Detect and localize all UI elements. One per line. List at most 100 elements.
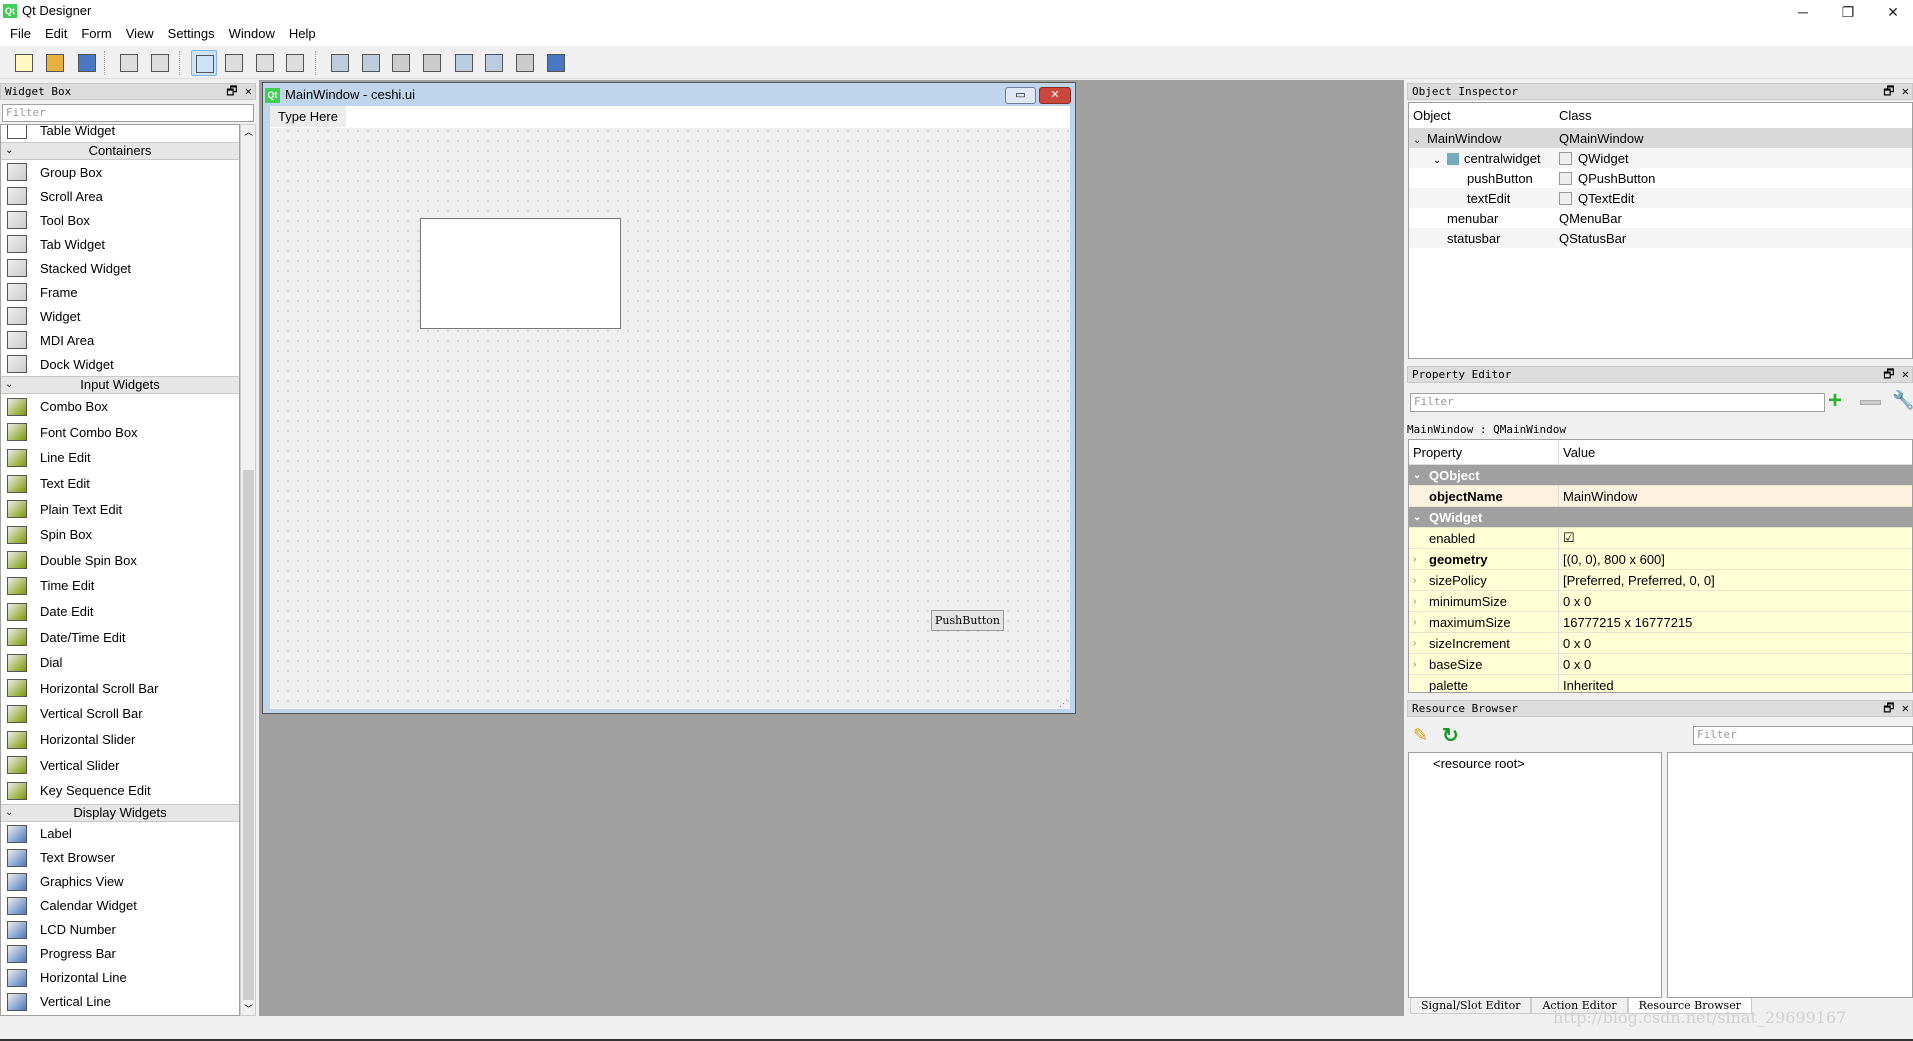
category-input-widgets[interactable]: ⌄ Input Widgets [1,376,239,394]
widget-item-text-edit[interactable]: Text Edit [1,471,239,497]
toolbar-bring-to-front-button[interactable] [147,50,173,76]
toolbar-open-button[interactable] [42,50,68,76]
toolbar-edit-buddies-button[interactable] [252,50,278,76]
toolbar-adjust-size-button[interactable] [543,50,569,76]
expand-chevron-icon[interactable]: ⌄ [1413,135,1427,146]
scroll-down-icon[interactable]: ﹀ [244,1002,253,1015]
widget-item-line-edit[interactable]: Line Edit [1,445,239,471]
tree-row-statusbar[interactable]: statusbar QStatusBar [1409,228,1912,248]
restore-icon[interactable]: ❐ [1828,2,1868,22]
widget-item-plain-text-edit[interactable]: Plain Text Edit [1,496,239,522]
widget-item-opengl-widget[interactable]: OpenGL Widget [1,1014,239,1016]
toolbar-layout-vertical-splitter-button[interactable] [419,50,445,76]
property-row-palette[interactable]: palette Inherited [1409,675,1912,693]
property-filter-input[interactable]: Filter [1410,393,1825,412]
widget-item-date-edit[interactable]: Date Edit [1,599,239,625]
float-close-icons[interactable]: 🗗 ✕ [1883,84,1909,99]
property-row-baseSize[interactable]: › baseSize 0 x 0 [1409,654,1912,675]
property-group-qwidget[interactable]: ⌄ QWidget [1409,507,1912,528]
property-value[interactable]: [Preferred, Preferred, 0, 0] [1559,573,1715,588]
tab-signal-slot-editor[interactable]: Signal/Slot Editor [1410,998,1532,1014]
column-class[interactable]: Class [1555,108,1592,123]
widget-item-progress-bar[interactable]: Progress Bar [1,942,239,966]
widget-item-dock-widget[interactable]: Dock Widget [1,352,239,376]
widget-item-font-combo-box[interactable]: Font Combo Box [1,420,239,446]
widget-item-stacked-widget[interactable]: Stacked Widget [1,256,239,280]
edit-resources-pencil-icon[interactable]: ✎ [1413,725,1428,746]
chevron-down-icon[interactable]: ⌄ [1413,470,1429,481]
widget-item-spin-box[interactable]: Spin Box [1,522,239,548]
widget-box-filter-input[interactable]: Filter [2,104,254,122]
widget-item-frame[interactable]: Frame [1,280,239,304]
close-icon[interactable]: ✕ [1873,2,1913,22]
category-containers[interactable]: ⌄ Containers [1,142,239,160]
form-close-icon[interactable]: ✕ [1039,87,1071,104]
widget-item-vertical-slider[interactable]: Vertical Slider [1,752,239,778]
chevron-right-icon[interactable]: › [1413,596,1429,607]
widget-item-text-browser[interactable]: Text Browser [1,846,239,870]
toolbar-edit-widgets-button[interactable] [191,50,217,76]
property-row-sizePolicy[interactable]: › sizePolicy [Preferred, Preferred, 0, 0] [1409,570,1912,591]
widget-item-combo-box[interactable]: Combo Box [1,394,239,420]
widget-item-time-edit[interactable]: Time Edit [1,573,239,599]
property-value[interactable]: [(0, 0), 800 x 600] [1559,552,1665,567]
toolbar-save-button[interactable] [74,50,100,76]
resource-filter-input[interactable]: Filter [1693,726,1913,745]
property-row-geometry[interactable]: › geometry [(0, 0), 800 x 600] [1409,549,1912,570]
menu-file[interactable]: File [3,23,38,46]
property-row-sizeIncrement[interactable]: › sizeIncrement 0 x 0 [1409,633,1912,654]
tree-row-menubar[interactable]: menubar QMenuBar [1409,208,1912,228]
widget-item-group-box[interactable]: Group Box [1,160,239,184]
toolbar-edit-signals-slots-button[interactable] [221,50,247,76]
float-close-icons[interactable]: 🗗 ✕ [1883,701,1909,716]
form-window[interactable]: Qt MainWindow - ceshi.ui ▭ ✕ Type Here P… [262,82,1076,714]
text-edit-widget[interactable] [420,218,621,329]
toolbar-send-to-back-button[interactable] [116,50,142,76]
chevron-down-icon[interactable]: ⌄ [1413,512,1429,523]
property-value[interactable]: 0 x 0 [1559,657,1591,672]
reload-icon[interactable]: ↻ [1442,723,1459,748]
column-object[interactable]: Object [1409,108,1555,123]
form-minimize-icon[interactable]: ▭ [1005,87,1036,104]
scroll-up-icon[interactable]: ︿ [244,125,253,138]
toolbar-layout-horizontal-button[interactable] [327,50,353,76]
widget-item-tab-widget[interactable]: Tab Widget [1,232,239,256]
type-here-menu[interactable]: Type Here [270,106,346,127]
widget-item-widget[interactable]: Widget [1,304,239,328]
resource-root-item[interactable]: <resource root> [1409,753,1661,771]
property-value[interactable]: 16777215 x 16777215 [1559,615,1692,630]
toolbar-layout-grid-button[interactable] [451,50,477,76]
widget-item-date-time-edit[interactable]: Date/Time Edit [1,624,239,650]
list-item[interactable]: Table Widget [1,125,239,142]
property-group-qobject[interactable]: ⌄ QObject [1409,465,1912,486]
tree-row-pushbutton[interactable]: pushButton QPushButton [1409,168,1912,188]
menu-view[interactable]: View [119,23,161,46]
widget-item-horizontal-line[interactable]: Horizontal Line [1,966,239,990]
minimize-icon[interactable]: ─ [1783,2,1823,22]
add-dynamic-property-icon[interactable]: + [1828,389,1842,413]
resize-grip-icon[interactable]: ⋰ [1059,698,1068,709]
chevron-right-icon[interactable]: › [1413,638,1429,649]
toolbar-break-layout-button[interactable] [512,50,538,76]
property-value[interactable]: Inherited [1559,678,1614,693]
widget-item-mdi-area[interactable]: MDI Area [1,328,239,352]
property-value[interactable]: 0 x 0 [1559,594,1591,609]
menu-settings[interactable]: Settings [161,23,222,46]
chevron-down-icon[interactable]: ⌄ [5,377,13,393]
property-row-objectName[interactable]: objectName MainWindow [1409,486,1912,507]
widget-item-tool-box[interactable]: Tool Box [1,208,239,232]
widget-item-graphics-view[interactable]: Graphics View [1,870,239,894]
menu-help[interactable]: Help [282,23,323,46]
widget-item-vertical-scroll-bar[interactable]: Vertical Scroll Bar [1,701,239,727]
enabled-checkbox[interactable]: ☑ [1559,530,1575,546]
chevron-right-icon[interactable]: › [1413,575,1429,586]
expand-chevron-icon[interactable]: ⌄ [1433,155,1447,166]
widget-item-dial[interactable]: Dial [1,650,239,676]
column-value[interactable]: Value [1559,445,1595,460]
configure-wrench-icon[interactable]: 🔧 [1892,390,1913,411]
tree-row-mainwindow[interactable]: ⌄ MainWindow QMainWindow [1409,128,1912,148]
chevron-right-icon[interactable]: › [1413,617,1429,628]
chevron-right-icon[interactable]: › [1413,659,1429,670]
widget-item-lcd-number[interactable]: LCD Number [1,918,239,942]
widget-item-key-sequence-edit[interactable]: Key Sequence Edit [1,778,239,804]
